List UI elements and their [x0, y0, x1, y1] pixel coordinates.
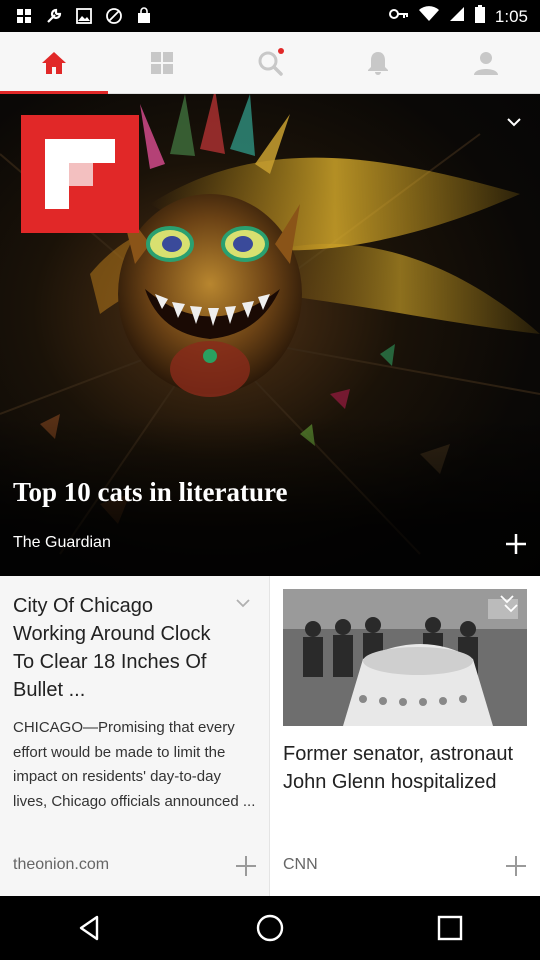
flipboard-logo	[21, 115, 139, 233]
person-icon	[474, 51, 498, 75]
navigation-bar	[0, 896, 540, 960]
flipboard-f-icon	[45, 139, 115, 209]
hero-article[interactable]: Top 10 cats in literature The Guardian	[0, 94, 540, 576]
tab-home[interactable]	[0, 32, 108, 94]
add-icon[interactable]	[504, 532, 528, 556]
card-excerpt: CHICAGO—Promising that every effort woul…	[13, 719, 256, 810]
card-source[interactable]: theonion.com	[13, 856, 109, 874]
tab-search[interactable]	[216, 32, 324, 93]
tab-profile[interactable]	[432, 32, 540, 93]
card-title[interactable]: City Of Chicago Working Around Clock To …	[13, 592, 223, 704]
back-icon	[79, 915, 99, 941]
photo-icon	[74, 6, 94, 26]
shopping-bag-icon	[134, 6, 154, 26]
chevron-down-icon[interactable]	[232, 594, 254, 612]
tab-bar	[0, 32, 540, 94]
blocked-icon	[104, 6, 124, 26]
hero-source[interactable]: The Guardian	[13, 534, 111, 552]
article-cards: City Of Chicago Working Around Clock To …	[0, 576, 540, 896]
back-button[interactable]	[60, 898, 120, 958]
grid-icon	[151, 51, 173, 74]
wifi-icon	[418, 6, 439, 27]
clock: 1:05	[494, 6, 528, 26]
wrench-icon	[44, 6, 64, 26]
hero-title[interactable]: Top 10 cats in literature	[13, 477, 288, 508]
grid-icon	[14, 6, 34, 26]
recents-icon	[437, 915, 463, 941]
add-icon[interactable]	[504, 854, 528, 878]
system-icons: 1:05	[388, 5, 528, 28]
card-source[interactable]: CNN	[283, 856, 318, 874]
bell-icon	[368, 51, 388, 75]
chevron-down-icon[interactable]	[502, 112, 526, 132]
signal-icon	[449, 6, 465, 27]
home-icon	[42, 51, 66, 74]
battery-icon	[474, 5, 485, 28]
home-button[interactable]	[240, 898, 300, 958]
tab-grid[interactable]	[108, 32, 216, 93]
notification-icons	[14, 6, 154, 26]
article-card-glenn[interactable]: Former senator, astronaut John Glenn hos…	[270, 576, 540, 896]
search-notification-dot	[278, 48, 284, 54]
status-bar: 1:05	[0, 0, 540, 32]
add-icon[interactable]	[234, 854, 258, 878]
chevron-down-icon[interactable]	[496, 590, 518, 608]
recents-button[interactable]	[420, 898, 480, 958]
card-image	[283, 589, 527, 726]
home-circle-icon	[256, 914, 284, 942]
card-title[interactable]: Former senator, astronaut John Glenn hos…	[283, 740, 533, 796]
key-icon	[388, 7, 409, 26]
article-card-chicago[interactable]: City Of Chicago Working Around Clock To …	[0, 576, 270, 896]
tab-notifications[interactable]	[324, 32, 432, 93]
